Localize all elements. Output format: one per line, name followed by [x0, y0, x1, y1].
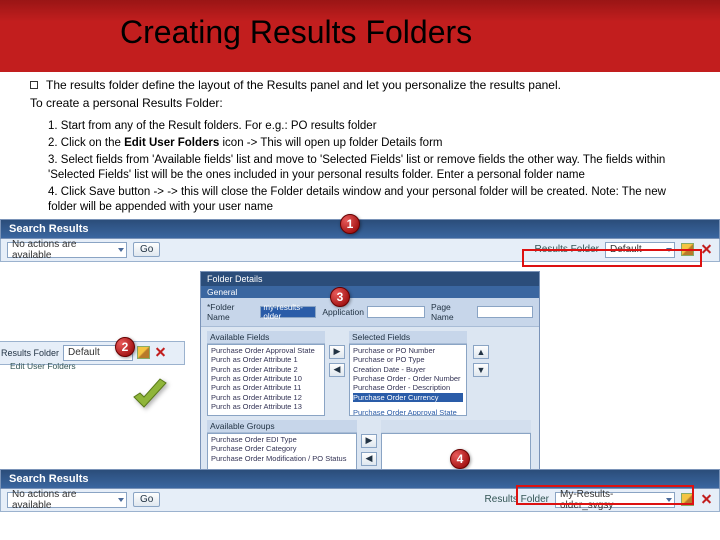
bullet-icon [30, 81, 38, 89]
move-left-button[interactable]: ◀ [329, 363, 345, 377]
move-right-button[interactable]: ▶ [329, 345, 345, 359]
application-input[interactable] [367, 306, 425, 318]
page-name-input[interactable] [477, 306, 533, 318]
list-item[interactable]: Purchase Order Approval State [211, 346, 321, 355]
badge-4: 4 [450, 449, 470, 469]
dialog-header: Folder Details [201, 272, 539, 286]
folder-details-dialog: Folder Details General *Folder Namemy-re… [200, 271, 540, 501]
step-1: 1. Start from any of the Result folders.… [48, 119, 690, 134]
list-item[interactable]: Purchase or PO Number [353, 346, 463, 355]
mini-delete-icon[interactable] [154, 346, 167, 359]
move-down-button[interactable]: ▼ [473, 363, 489, 377]
list-item[interactable]: Purchase Order - Order Number [353, 374, 463, 383]
intro-line-2: To create a personal Results Folder: [30, 96, 690, 112]
list-item[interactable]: Purchase Order - Description [353, 383, 463, 392]
list-item[interactable]: Creation Date - Buyer [353, 365, 463, 374]
highlight-box-bottom [516, 485, 694, 505]
selected-fields-header: Selected Fields [349, 331, 467, 344]
actions-dropdown-bottom[interactable]: No actions are available [7, 492, 127, 508]
highlight-box-top [522, 249, 702, 267]
list-item[interactable]: Purch as Order Attribute 11 [211, 383, 321, 392]
list-item[interactable]: Purch as Order Attribute 1 [211, 355, 321, 364]
mini-results-folder-label: Results Folder [1, 348, 59, 358]
available-fields-header: Available Fields [207, 331, 325, 344]
list-item[interactable]: Purchase Order Modification / PO Status [211, 454, 353, 463]
badge-3: 3 [330, 287, 350, 307]
search-results-header-top: Search Results [0, 219, 720, 239]
edit-user-folders-label: Edit User Folders [10, 361, 76, 371]
page-title: Creating Results Folders [120, 14, 472, 51]
step-3: 3. Select fields from 'Available fields'… [48, 153, 690, 183]
steps-list: 1. Start from any of the Result folders.… [48, 119, 690, 215]
screenshot-region: Search Results No actions are available … [0, 219, 720, 262]
actions-dropdown[interactable]: No actions are available [7, 242, 127, 258]
list-item[interactable]: Purchase Order Approval State [353, 408, 463, 416]
step-4: 4. Click Save button -> -> this will clo… [48, 185, 690, 215]
list-item[interactable]: Purch as Order Attribute 10 [211, 374, 321, 383]
move-up-button[interactable]: ▲ [473, 345, 489, 359]
list-item[interactable]: Purch as Order Attribute 2 [211, 365, 321, 374]
available-groups-header: Available Groups [207, 420, 357, 433]
list-item[interactable]: Purch as Order Attribute 12 [211, 393, 321, 402]
selected-groups-header [381, 420, 531, 433]
list-item[interactable]: Purchase Order EDI Type [211, 435, 353, 444]
mini-edit-icon[interactable] [137, 346, 150, 359]
delete-folder-icon-bottom[interactable] [700, 493, 713, 506]
selected-fields-list[interactable]: Purchase or PO Number Purchase or PO Typ… [349, 344, 467, 416]
group-move-left-button[interactable]: ◀ [361, 452, 377, 466]
badge-1: 1 [340, 214, 360, 234]
badge-2: 2 [115, 337, 135, 357]
list-item[interactable]: Purchase Order Currency [353, 393, 463, 402]
page-name-label: Page Name [431, 302, 533, 322]
dialog-fields-row: *Folder Namemy-results-older Application… [201, 298, 539, 327]
available-fields-list[interactable]: Purchase Order Approval State Purch as O… [207, 344, 325, 416]
go-button-bottom[interactable]: Go [133, 492, 160, 507]
checkmark-icon [130, 377, 170, 417]
intro-text: The results folder define the layout of … [46, 78, 561, 94]
content-area: The results folder define the layout of … [0, 72, 720, 215]
step-2: 2. Click on the Edit User Folders icon -… [48, 136, 690, 151]
go-button[interactable]: Go [133, 242, 160, 257]
dialog-section-general: General [201, 286, 539, 298]
list-item[interactable]: Purchase Order Category [211, 444, 353, 453]
folder-name-label: *Folder Namemy-results-older [207, 302, 316, 322]
folder-name-input[interactable]: my-results-older [260, 306, 316, 318]
group-move-right-button[interactable]: ▶ [361, 434, 377, 448]
list-item[interactable]: Purchase or PO Type [353, 355, 463, 364]
list-item[interactable]: Purch as Order Attribute 13 [211, 402, 321, 411]
